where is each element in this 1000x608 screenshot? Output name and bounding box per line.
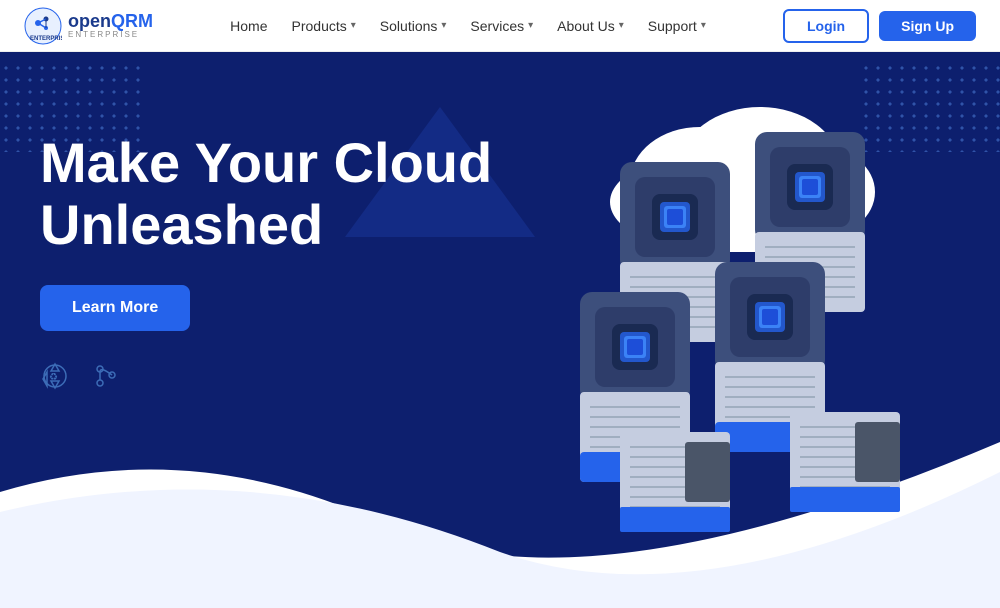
logo[interactable]: ENTERPRISE openQRM ENTERPRISE — [24, 7, 153, 45]
nav-item-home[interactable]: Home — [220, 12, 277, 40]
svg-text:ENTERPRISE: ENTERPRISE — [30, 36, 62, 42]
about-chevron-icon: ▾ — [619, 20, 624, 31]
learn-more-button[interactable]: Learn More — [40, 285, 190, 331]
hero-icon-badges: ♻ — [40, 361, 492, 391]
logo-text: openQRM ENTERPRISE — [68, 12, 153, 39]
signup-button[interactable]: Sign Up — [879, 11, 976, 41]
login-button[interactable]: Login — [783, 9, 869, 43]
nav-item-support[interactable]: Support ▾ — [638, 12, 716, 40]
hero-section: Make Your Cloud Unleashed Learn More ♻ — [0, 52, 1000, 608]
logo-subtitle: ENTERPRISE — [68, 30, 153, 39]
products-chevron-icon: ▾ — [351, 20, 356, 31]
solutions-chevron-icon: ▾ — [441, 20, 446, 31]
logo-brand: openQRM — [68, 12, 153, 30]
logo-open: open — [68, 11, 111, 31]
hero-content: Make Your Cloud Unleashed Learn More ♻ — [40, 132, 492, 391]
nav-item-products[interactable]: Products ▾ — [282, 12, 366, 40]
nav-item-solutions[interactable]: Solutions ▾ — [370, 12, 457, 40]
branch-icon — [90, 361, 120, 391]
logo-icon: ENTERPRISE — [24, 7, 62, 45]
nav-links: Home Products ▾ Solutions ▾ Services ▾ A… — [220, 12, 716, 40]
svg-text:♻: ♻ — [49, 372, 58, 383]
logo-qrm: QRM — [111, 11, 153, 31]
services-chevron-icon: ▾ — [528, 20, 533, 31]
navbar: ENTERPRISE openQRM ENTERPRISE Home Produ… — [0, 0, 1000, 52]
nav-item-services[interactable]: Services ▾ — [460, 12, 543, 40]
server-illustration — [550, 102, 970, 562]
hero-title: Make Your Cloud Unleashed — [40, 132, 492, 255]
support-chevron-icon: ▾ — [701, 20, 706, 31]
nav-item-about[interactable]: About Us ▾ — [547, 12, 634, 40]
nav-actions: Login Sign Up — [783, 9, 976, 43]
recycle-icon: ♻ — [40, 361, 70, 391]
